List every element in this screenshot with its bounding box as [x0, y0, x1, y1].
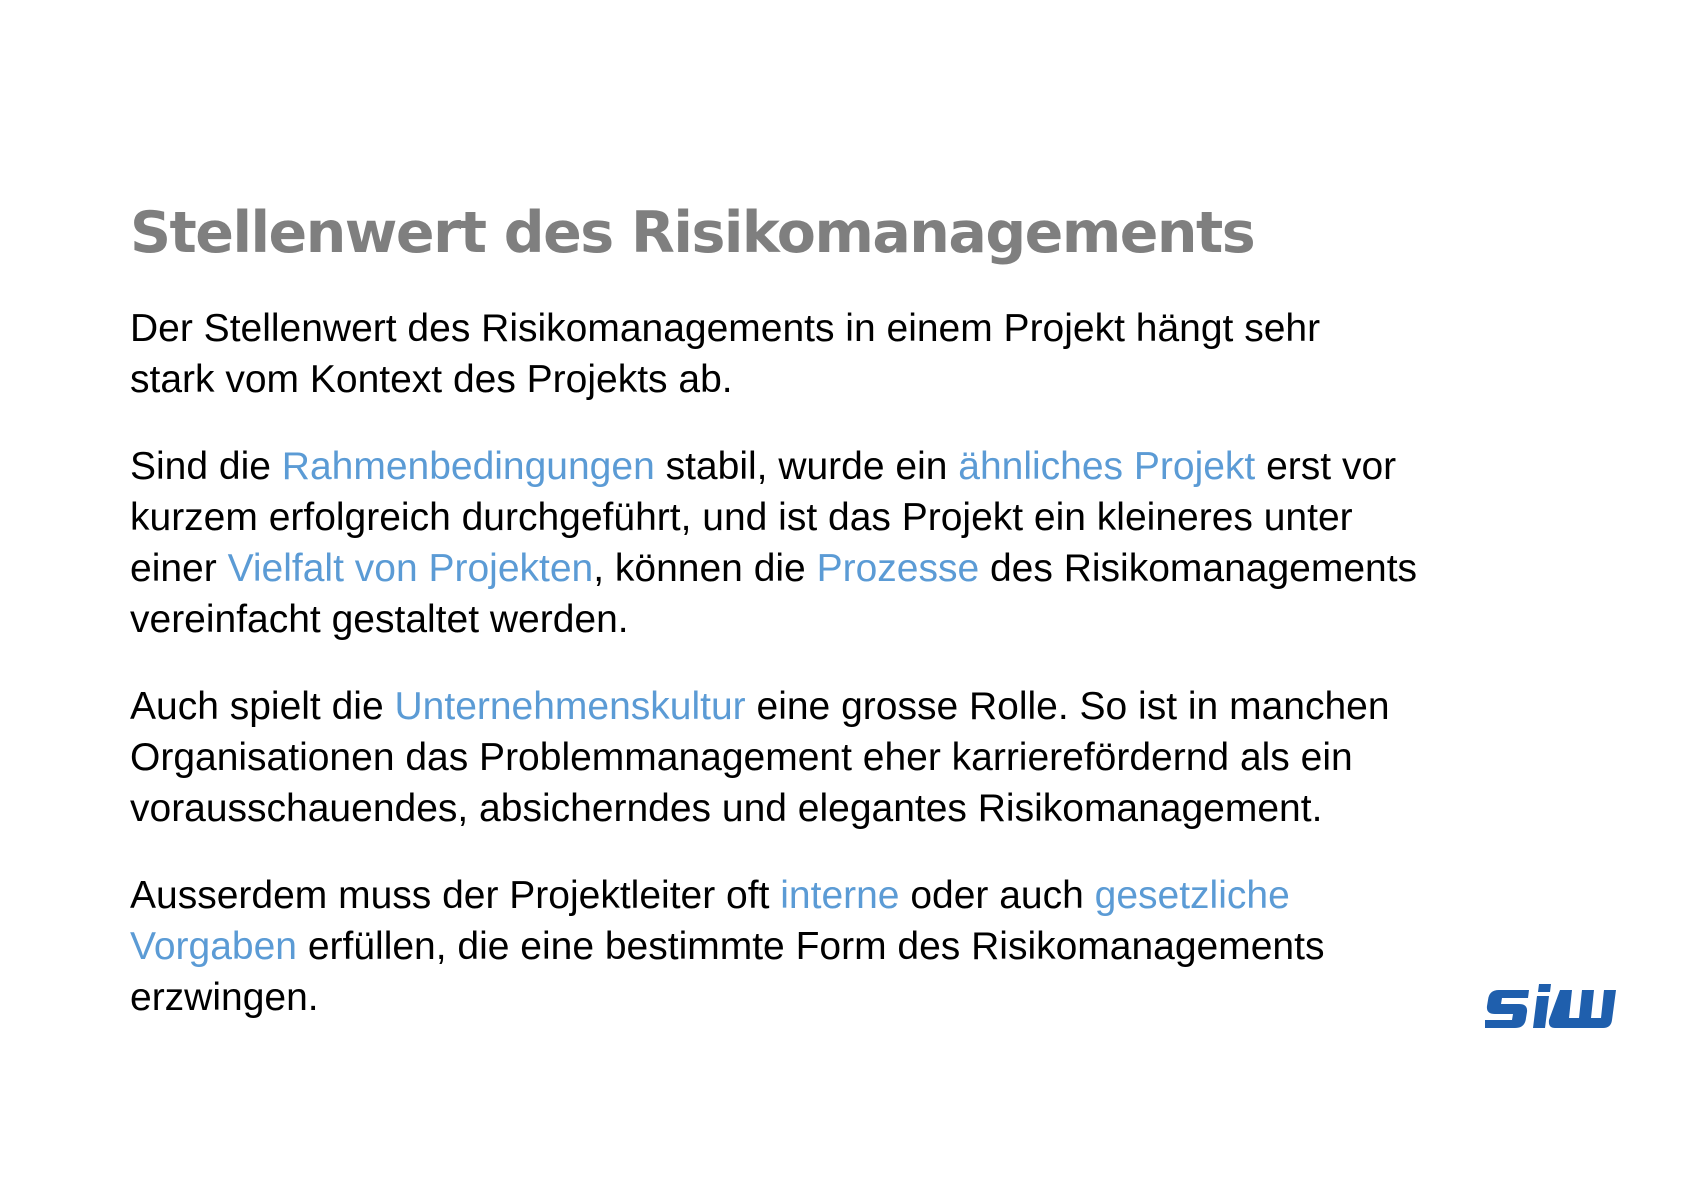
body-text: einer — [130, 547, 228, 590]
body-text: stabil, wurde ein — [654, 445, 959, 488]
body-text: erst vor — [1255, 445, 1397, 488]
body-text: kurzem erfolgreich durchgeführt, und ist… — [130, 496, 1353, 539]
slide: Stellenwert des Risikomanagements Der St… — [0, 0, 1683, 1190]
body-text: Sind die — [130, 445, 282, 488]
highlighted-term: Unternehmenskultur — [394, 685, 746, 728]
body-text: erfüllen, die eine bestimmte Form des Ri… — [297, 925, 1325, 968]
logo-letter-i — [1533, 996, 1549, 1028]
highlighted-term: Rahmenbedingungen — [281, 445, 655, 488]
body-paragraph: Sind die Rahmenbedingungen stabil, wurde… — [130, 441, 1560, 645]
body-text: , können die — [593, 547, 817, 590]
body-text: des Risikomanagements — [979, 547, 1418, 590]
siw-logo — [1485, 984, 1616, 1028]
body-text: eine grosse Rolle. So ist in manchen — [745, 685, 1390, 728]
body-text: erzwingen. — [130, 976, 319, 1019]
highlighted-term: gesetzliche — [1094, 874, 1290, 917]
highlighted-term: Prozesse — [816, 547, 980, 590]
slide-body: Der Stellenwert des Risikomanagements in… — [130, 303, 1560, 1023]
highlighted-term: ähnliches Projekt — [958, 445, 1256, 488]
logo-letter-w — [1548, 990, 1616, 1028]
logo-letter-i-dot — [1538, 984, 1551, 992]
slide-title: Stellenwert des Risikomanagements — [130, 200, 1256, 266]
body-text: Ausserdem muss der Projektleiter oft — [130, 874, 781, 917]
highlighted-term: Vielfalt von Projekten — [227, 547, 594, 590]
body-text: Organisationen das Problemmanagement ehe… — [130, 736, 1353, 779]
body-paragraph: Ausserdem muss der Projektleiter oft int… — [130, 870, 1560, 1023]
body-text: Der Stellenwert des Risikomanagements in… — [130, 307, 1321, 350]
body-text: oder auch — [899, 874, 1095, 917]
body-text: stark vom Kontext des Projekts ab. — [130, 358, 733, 401]
highlighted-term: interne — [780, 874, 900, 917]
body-text: vereinfacht gestaltet werden. — [130, 598, 629, 641]
body-paragraph: Auch spielt die Unternehmenskultur eine … — [130, 681, 1560, 834]
body-text: vorausschauendes, absicherndes und elega… — [130, 787, 1323, 830]
body-text: Auch spielt die — [130, 685, 395, 728]
logo-letter-s — [1485, 990, 1529, 1028]
body-paragraph: Der Stellenwert des Risikomanagements in… — [130, 303, 1560, 405]
highlighted-term: Vorgaben — [130, 925, 297, 968]
